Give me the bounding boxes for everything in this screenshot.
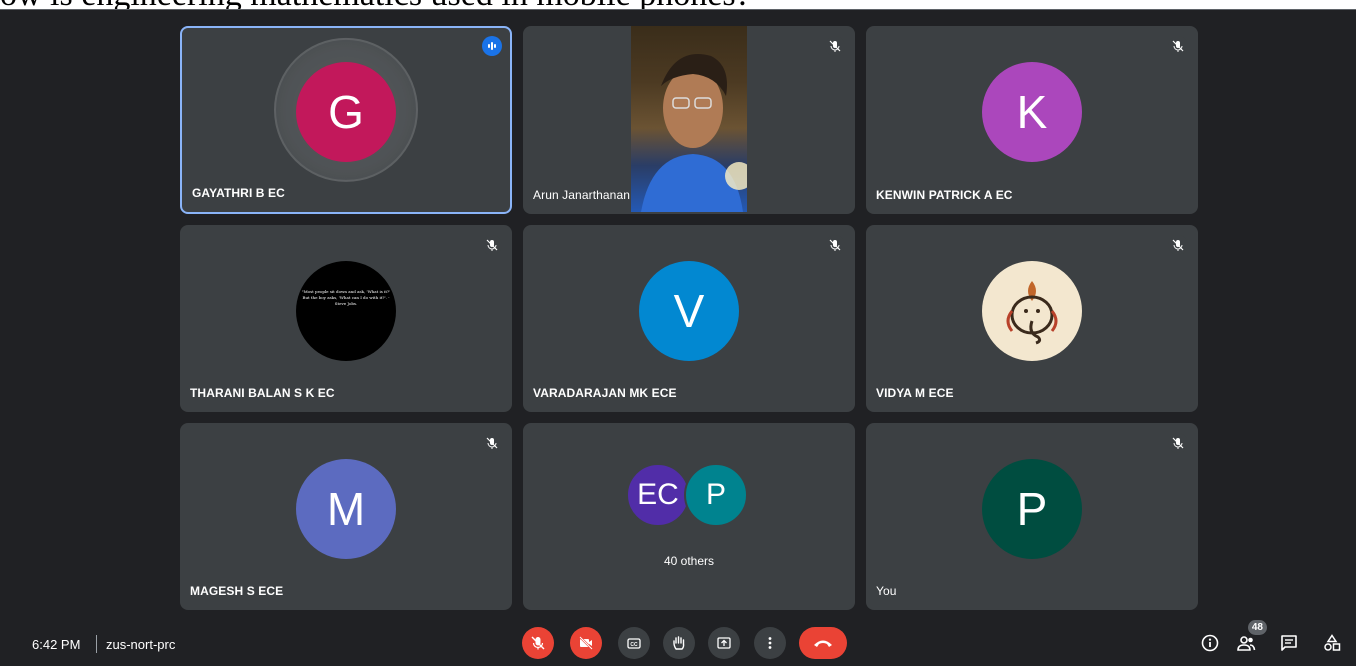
end-call-icon <box>814 640 832 647</box>
svg-text:CC: CC <box>630 642 638 648</box>
participant-tile-you[interactable]: P You <box>866 423 1198 610</box>
avatar-initial: K <box>1016 86 1048 138</box>
participant-name: VARADARAJAN MK ECE <box>533 386 677 400</box>
avatar: P <box>982 458 1082 559</box>
participant-name: Arun Janarthanan <box>533 188 631 202</box>
mic-muted-icon <box>825 36 845 56</box>
others-avatar-stack: EC P <box>626 463 752 527</box>
participant-name: VIDYA M ECE <box>876 386 954 400</box>
others-count-label: 40 others <box>663 554 715 568</box>
participant-tile-tharani[interactable]: "Most people sit down and ask, 'What is … <box>180 225 512 412</box>
raise-hand-button[interactable] <box>663 627 695 659</box>
avatar-initial: P <box>1016 482 1048 535</box>
mic-muted-icon <box>482 433 502 453</box>
participant-name: THARANI BALAN S K EC <box>190 386 335 400</box>
shared-title-strip: ow is engineering mathematics used in mo… <box>0 0 1356 10</box>
participant-name: GAYATHRI B EC <box>192 186 285 200</box>
avatar: G <box>296 62 396 162</box>
mic-off-icon <box>531 636 545 650</box>
participant-name: You <box>876 584 897 598</box>
activities-button[interactable] <box>1319 630 1345 656</box>
meet-window: ow is engineering mathematics used in mo… <box>0 0 1356 666</box>
meeting-info-button[interactable] <box>1197 630 1223 656</box>
avatar: K <box>982 62 1082 162</box>
camera-off-icon <box>579 636 593 650</box>
mic-toggle-button[interactable] <box>522 627 554 659</box>
present-icon <box>717 637 731 649</box>
speaking-indicator-icon <box>482 36 502 56</box>
participant-tile-varadarajan[interactable]: V VARADARAJAN MK ECE <box>523 225 855 412</box>
participant-video <box>631 26 747 212</box>
more-options-icon <box>768 637 772 649</box>
people-icon <box>1237 636 1256 651</box>
chat-icon <box>1281 635 1297 651</box>
shared-title-text: ow is engineering mathematics used in mo… <box>0 0 751 9</box>
mic-muted-icon <box>1168 235 1188 255</box>
mic-muted-icon <box>1168 36 1188 56</box>
participant-name: MAGESH S ECE <box>190 584 284 598</box>
participant-tile-magesh[interactable]: M MAGESH S ECE <box>180 423 512 610</box>
avatar-initial: M <box>326 482 366 535</box>
avatar: "Most people sit down and ask, 'What is … <box>296 260 396 361</box>
participant-tile-vidya[interactable]: VIDYA M ECE <box>866 225 1198 412</box>
participant-tile-others[interactable]: EC P 40 others <box>523 423 855 610</box>
present-screen-button[interactable] <box>708 627 740 659</box>
chat-button[interactable] <box>1276 630 1302 656</box>
participant-name: KENWIN PATRICK A EC <box>876 188 1013 202</box>
avatar-initial: V <box>673 284 705 337</box>
meeting-code: zus-nort-prc <box>106 637 176 652</box>
participant-tile-arun[interactable]: Arun Janarthanan <box>523 26 855 214</box>
meeting-time: 6:42 PM <box>32 637 81 652</box>
end-call-button[interactable] <box>799 627 847 659</box>
avatar: P <box>684 463 748 527</box>
captions-icon: CC <box>627 638 641 649</box>
avatar: M <box>296 458 396 559</box>
ganesha-avatar-image <box>982 260 1082 361</box>
participant-count-badge: 48 <box>1247 620 1267 635</box>
captions-button[interactable]: CC <box>618 627 650 659</box>
mic-muted-icon <box>1168 433 1188 453</box>
mic-muted-icon <box>482 235 502 255</box>
info-icon <box>1201 634 1219 652</box>
divider <box>96 635 97 653</box>
activities-icon <box>1324 634 1341 651</box>
people-button[interactable]: 48 <box>1233 620 1267 656</box>
camera-toggle-button[interactable] <box>570 627 602 659</box>
bottom-control-bar: 6:42 PM zus-nort-prc CC 48 <box>0 618 1356 666</box>
avatar: EC <box>626 463 690 527</box>
participant-tile-gayathri[interactable]: G GAYATHRI B EC <box>180 26 512 214</box>
avatar-quote-text: "Most people sit down and ask, 'What is … <box>301 288 391 306</box>
more-options-button[interactable] <box>754 627 786 659</box>
avatar-initial: G <box>328 86 364 138</box>
avatar: V <box>639 260 739 361</box>
avatar-initial: P <box>705 478 726 511</box>
mic-muted-icon <box>825 235 845 255</box>
avatar-initial: EC <box>637 478 679 511</box>
participant-tile-kenwin[interactable]: K KENWIN PATRICK A EC <box>866 26 1198 214</box>
raise-hand-icon <box>673 636 685 650</box>
